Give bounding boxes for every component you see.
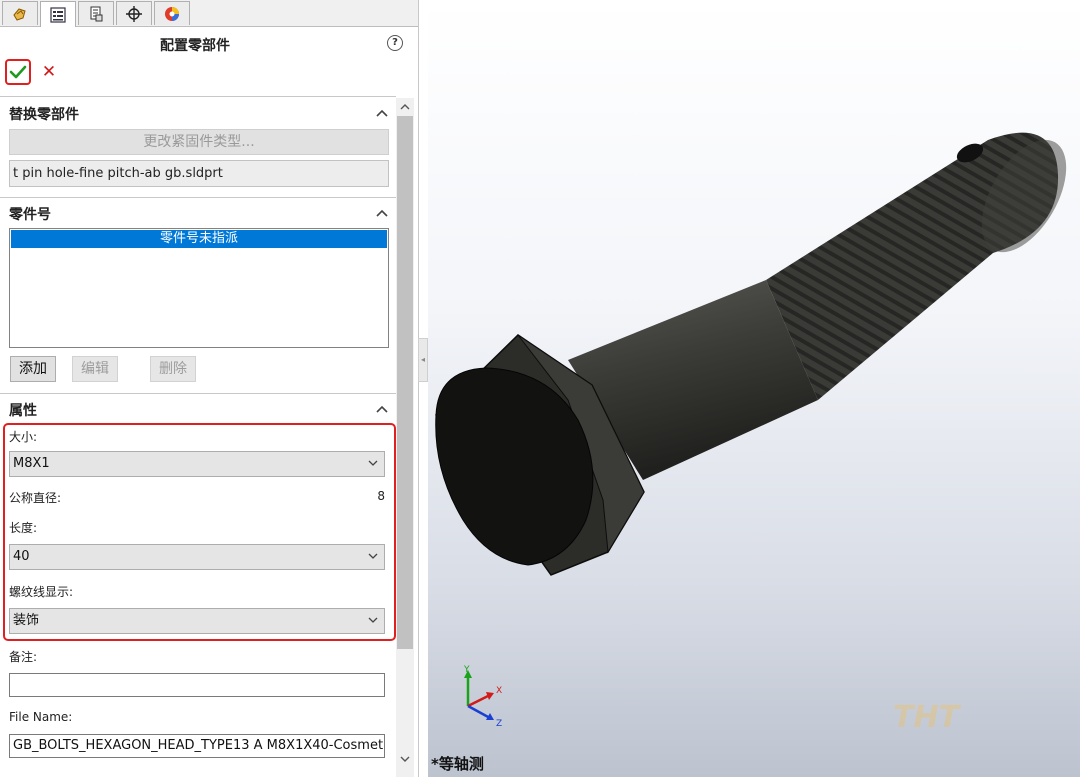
chevron-down-icon [368,617,378,623]
scroll-thumb[interactable] [397,116,413,649]
cancel-button[interactable]: ✕ [40,63,58,81]
thread-display-label: 螺纹线显示: [9,585,74,599]
collapse-chevron-icon[interactable] [376,405,388,413]
thread-display-dropdown[interactable]: 装饰 [9,608,385,634]
delete-button[interactable]: 删除 [150,356,196,382]
comment-input[interactable] [9,673,385,697]
size-dropdown[interactable]: M8X1 [9,451,385,477]
triad-y-label: Y [463,665,470,675]
add-button[interactable]: 添加 [10,356,56,382]
axis-triad-icon: Y X Z [463,665,502,729]
thread-display-value: 装饰 [13,613,40,628]
tab-configuration-manager[interactable] [78,1,114,25]
nominal-diameter-label: 公称直径: [9,491,62,505]
property-manager-panel: 配置零部件 ? ✕ 替换零部件 更改紧固件类型... t pin hole-fi… [0,0,419,777]
file-name-label: File Name: [9,710,73,724]
collapse-chevron-icon[interactable] [376,209,388,217]
graphics-viewport[interactable]: Y X Z *等轴测 THT [428,0,1080,777]
tab-display-manager[interactable] [154,1,190,25]
divider [0,393,396,394]
size-label: 大小: [9,430,38,444]
length-value: 40 [13,549,30,564]
divider [0,96,396,97]
ok-button[interactable] [5,59,31,85]
chevron-down-icon [368,553,378,559]
tab-property-manager[interactable] [40,1,76,27]
comment-label: 备注: [9,650,38,664]
scroll-down-icon[interactable] [396,752,414,766]
triad-x-label: X [496,686,502,696]
section-header-replace: 替换零部件 [9,107,79,123]
section-header-properties: 属性 [9,403,37,419]
property-manager-icon [50,6,66,23]
panel-title: 配置零部件 [160,38,230,54]
view-orientation-label: *等轴测 [431,755,484,773]
part-number-list[interactable]: 零件号未指派 [9,228,389,348]
watermark-logo: THT [893,700,960,735]
divider [0,197,396,198]
change-fastener-type-button[interactable]: 更改紧固件类型... [9,129,389,155]
display-manager-icon [165,6,179,21]
file-name-input[interactable]: GB_BOLTS_HEXAGON_HEAD_TYPE13 A M8X1X40-C… [9,734,385,758]
feature-manager-icon [13,7,26,21]
triad-z-label: Z [496,719,502,729]
length-label: 长度: [9,521,38,535]
scroll-up-icon[interactable] [396,100,414,114]
nominal-diameter-value: 8 [377,489,385,503]
edit-button[interactable]: 编辑 [72,356,118,382]
tab-dimxpert-manager[interactable] [116,1,152,25]
bolt-model[interactable] [428,0,1080,777]
collapse-chevron-icon[interactable] [376,109,388,117]
panel-scrollbar[interactable] [396,98,414,777]
chevron-down-icon [368,460,378,466]
list-item[interactable]: 零件号未指派 [11,230,387,248]
help-icon[interactable]: ? [387,35,403,51]
size-value: M8X1 [13,456,50,471]
dimxpert-manager-icon [126,5,142,22]
replace-file-field: t pin hole-fine pitch-ab gb.sldprt [9,160,389,187]
panel-splitter-handle[interactable]: ◂ [418,338,428,382]
configuration-manager-icon [90,6,103,21]
section-header-part-number: 零件号 [9,207,51,223]
length-dropdown[interactable]: 40 [9,544,385,570]
checkmark-icon [9,65,27,79]
manager-tabs [0,0,418,27]
tab-feature-manager[interactable] [2,1,38,25]
